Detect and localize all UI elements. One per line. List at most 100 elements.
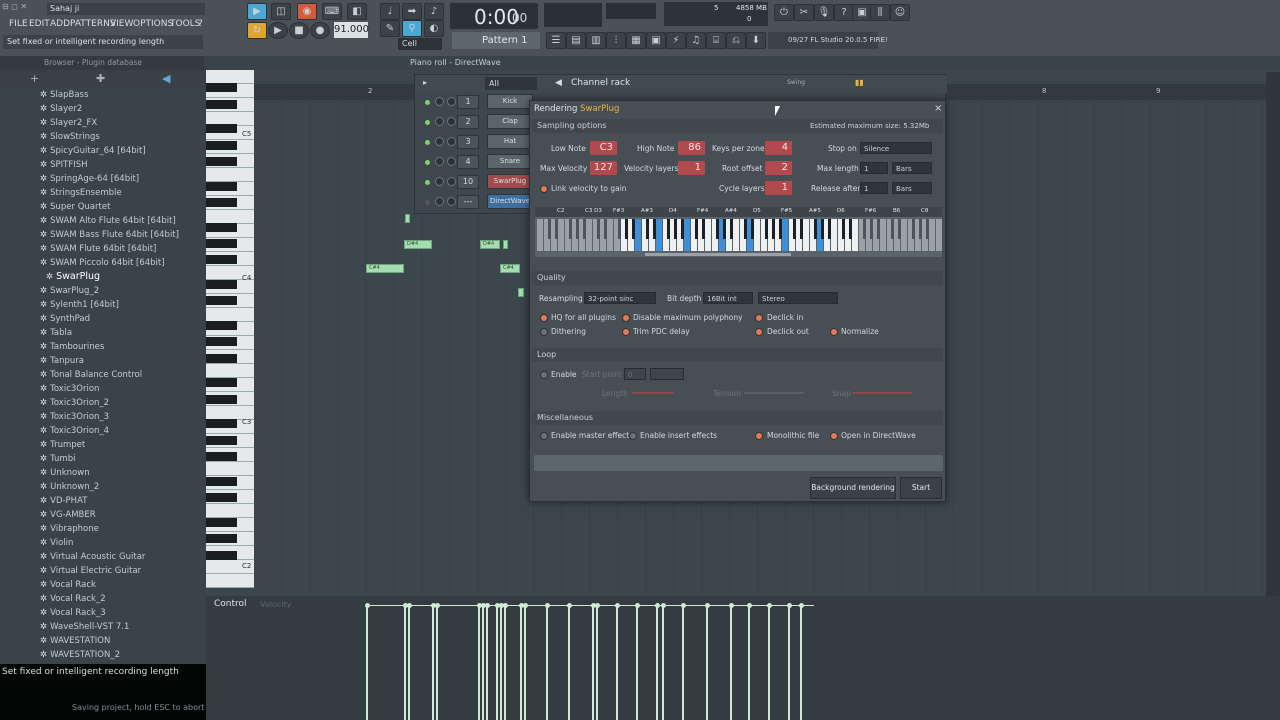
- velocity-handle[interactable]: [434, 603, 440, 608]
- velocity-handle[interactable]: [364, 603, 370, 608]
- piano-black-key[interactable]: [206, 321, 237, 330]
- channel-pan-knob[interactable]: [435, 197, 444, 206]
- render-key[interactable]: [754, 219, 760, 251]
- channel-mute-led[interactable]: [425, 200, 430, 205]
- note[interactable]: D#4: [480, 240, 500, 249]
- cycle-layers-field[interactable]: 1: [765, 181, 792, 195]
- browser-path[interactable]: Browser - Plugin database: [0, 56, 204, 70]
- typing-keyboard-icon[interactable]: ⌨: [322, 3, 342, 20]
- velocity-handle[interactable]: [728, 603, 734, 608]
- mixer-view-icon[interactable]: ⫼: [870, 4, 890, 21]
- velocity-bar[interactable]: [520, 606, 522, 720]
- browser-item[interactable]: ✲ Vocal Rack_2: [40, 592, 106, 606]
- render-key[interactable]: [586, 219, 592, 251]
- menu-help[interactable]: ?: [198, 19, 203, 29]
- render-key[interactable]: [537, 219, 543, 251]
- piano-black-key[interactable]: [206, 157, 237, 166]
- render-key[interactable]: [705, 219, 711, 251]
- resampling-select[interactable]: 32-point sinc: [584, 292, 656, 304]
- velocity-handle[interactable]: [544, 603, 550, 608]
- velocity-bar[interactable]: [436, 606, 438, 720]
- high-note-field[interactable]: 86: [678, 141, 705, 155]
- velocity-bar[interactable]: [500, 606, 502, 720]
- browser-item[interactable]: ✲ Toxic3Orion_3: [40, 410, 109, 424]
- countdown-icon[interactable]: ➡: [402, 3, 422, 20]
- velocity-handle[interactable]: [484, 603, 490, 608]
- channel-button[interactable]: SwarPlug: [487, 174, 533, 189]
- metronome-icon[interactable]: ♩: [380, 3, 400, 20]
- browser-item[interactable]: ✲ WAVESTATION: [40, 634, 110, 648]
- note[interactable]: [518, 288, 524, 297]
- velocity-bar[interactable]: [748, 606, 750, 720]
- release-after-unit[interactable]: Bars: [892, 182, 932, 194]
- open-directwave-checkbox[interactable]: [830, 432, 838, 440]
- tension-slider[interactable]: [744, 392, 804, 394]
- channel-mixer-track[interactable]: ---: [457, 195, 479, 209]
- piano-black-key[interactable]: [206, 296, 237, 306]
- snap-pen-icon[interactable]: ✎: [380, 20, 400, 37]
- browser-item[interactable]: ✲ Tabla: [40, 326, 72, 340]
- render-key[interactable]: [831, 219, 837, 251]
- piano-white-key[interactable]: [206, 308, 254, 322]
- tempo-tap-icon[interactable]: ♫: [686, 32, 706, 49]
- browser-item[interactable]: ✲ Vocal Rack: [40, 578, 96, 592]
- velocity-handle[interactable]: [798, 603, 804, 608]
- add-icon[interactable]: +: [30, 72, 39, 85]
- piano-black-key[interactable]: [206, 140, 237, 150]
- snap-wait-icon[interactable]: ◐: [424, 20, 444, 37]
- velocity-bar[interactable]: [478, 606, 480, 720]
- browser-item[interactable]: ✲ WAVESTATION_2: [40, 648, 120, 662]
- channel-rack-icon[interactable]: ▥: [586, 32, 606, 49]
- velocity-handle[interactable]: [594, 603, 600, 608]
- render-key[interactable]: [733, 219, 739, 251]
- channels-select[interactable]: Stereo: [758, 292, 838, 304]
- cut-icon[interactable]: ✂: [794, 4, 814, 21]
- channel-volume-knob[interactable]: [447, 117, 456, 126]
- piano-black-key[interactable]: [206, 239, 237, 248]
- browser-item[interactable]: ✲ Tambourines: [40, 340, 104, 354]
- playlist-icon[interactable]: ☰: [546, 32, 566, 49]
- browser-item[interactable]: ✲ WaveShell-VST 7.1: [40, 620, 129, 634]
- piano-black-key[interactable]: [206, 452, 237, 462]
- channel-volume-knob[interactable]: [447, 137, 456, 146]
- menu-arrow-icon[interactable]: ▸: [423, 78, 427, 87]
- piano-black-key[interactable]: [206, 124, 237, 134]
- master-effects-checkbox[interactable]: [540, 432, 548, 440]
- velocity-bar[interactable]: [706, 606, 708, 720]
- channel-filter[interactable]: All: [485, 77, 537, 90]
- velocity-handle[interactable]: [680, 603, 686, 608]
- channel-pan-knob[interactable]: [435, 97, 444, 106]
- song-mode-icon[interactable]: ◫: [271, 3, 291, 20]
- channel-volume-knob[interactable]: [447, 97, 456, 106]
- channel-pan-knob[interactable]: [435, 137, 444, 146]
- browser-item[interactable]: ✲ Toxic3Orion_4: [40, 424, 109, 438]
- stop-icon[interactable]: ■: [289, 22, 309, 39]
- render-key[interactable]: [936, 219, 942, 251]
- velocity-bar[interactable]: [366, 606, 368, 720]
- velocity-bar[interactable]: [568, 606, 570, 720]
- monolithic-checkbox[interactable]: [755, 432, 763, 440]
- browser-item[interactable]: ✲ Tonal Balance Control: [40, 368, 142, 382]
- declick-in-checkbox[interactable]: [755, 314, 763, 322]
- menu-tools[interactable]: TOOLS: [170, 19, 200, 29]
- release-after-field[interactable]: 1: [860, 182, 888, 194]
- velocity-bar[interactable]: [768, 606, 770, 720]
- root-offset-field[interactable]: 2: [765, 161, 792, 175]
- snap-slider[interactable]: [852, 392, 912, 394]
- velocity-bar[interactable]: [496, 606, 498, 720]
- velocity-bar[interactable]: [596, 606, 598, 720]
- browser-item[interactable]: ✲ SWAM Piccolo 64bit [64bit]: [40, 256, 165, 270]
- max-velocity-field[interactable]: 127: [590, 161, 617, 175]
- save-icon[interactable]: ▣: [852, 4, 872, 21]
- channel-mute-led[interactable]: [425, 100, 430, 105]
- velocity-bar[interactable]: [656, 606, 658, 720]
- channel-button[interactable]: Kick: [487, 94, 533, 109]
- browser-item[interactable]: ✲ Unknown: [40, 466, 90, 480]
- plugin-picker-icon[interactable]: ▣: [646, 32, 666, 49]
- record-icon[interactable]: ●: [310, 22, 330, 39]
- channel-pan-knob[interactable]: [435, 117, 444, 126]
- browser-item[interactable]: ✲ SwarPlug: [46, 270, 100, 284]
- render-key[interactable]: [684, 219, 690, 251]
- channel-mixer-track[interactable]: 3: [457, 135, 479, 149]
- stop-on-select[interactable]: Silence: [860, 142, 932, 154]
